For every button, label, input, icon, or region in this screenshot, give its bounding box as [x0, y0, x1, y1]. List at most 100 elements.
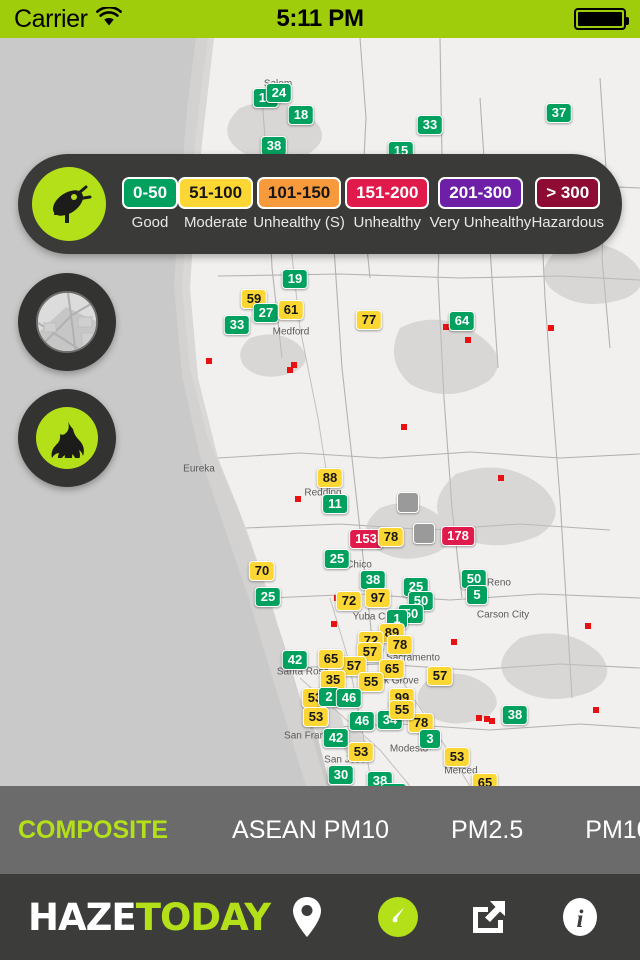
tab-pm25[interactable]: PM2.5: [451, 816, 523, 845]
fire-hotspot-marker[interactable]: [593, 707, 599, 713]
aqi-marker[interactable]: 78: [377, 527, 405, 547]
aqi-marker[interactable]: 53: [302, 707, 330, 727]
fire-hotspot-marker[interactable]: [206, 358, 212, 364]
aqi-marker[interactable]: 55: [388, 700, 416, 720]
svg-text:i: i: [577, 906, 584, 933]
aqi-marker[interactable]: 42: [322, 728, 350, 748]
aqi-marker[interactable]: 38: [260, 136, 288, 156]
legend-item-hazardous[interactable]: > 300 Hazardous: [531, 177, 604, 231]
aqi-marker[interactable]: 65: [317, 649, 345, 669]
fire-hotspot-marker[interactable]: [476, 715, 482, 721]
aqi-marker[interactable]: 61: [277, 300, 305, 320]
battery-full-icon: [574, 8, 629, 30]
aqi-marker[interactable]: 38: [501, 705, 529, 725]
aqi-marker[interactable]: 24: [265, 83, 293, 103]
info-icon[interactable]: i: [558, 895, 602, 939]
aqi-marker[interactable]: 19: [281, 269, 309, 289]
aqi-marker-value: 57: [426, 666, 454, 686]
legend-item-good[interactable]: 0-50 Good: [122, 177, 179, 231]
aqi-marker-placeholder[interactable]: [413, 523, 435, 544]
aqi-marker-placeholder[interactable]: [397, 492, 419, 513]
aqi-marker-value: 77: [355, 310, 383, 330]
aqi-marker[interactable]: 53: [443, 747, 471, 767]
aqi-marker[interactable]: 46: [335, 688, 363, 708]
aqi-marker[interactable]: 97: [364, 588, 392, 608]
gauge-icon[interactable]: [376, 895, 420, 939]
fire-hotspot-marker[interactable]: [287, 367, 293, 373]
aqi-marker[interactable]: 64: [448, 311, 476, 331]
aqi-marker-value: 3: [419, 729, 441, 749]
aqi-marker[interactable]: 88: [316, 468, 344, 488]
map-layers-toggle[interactable]: [18, 273, 116, 371]
aqi-marker[interactable]: 77: [355, 310, 383, 330]
aqi-marker-value: 27: [252, 303, 280, 323]
aqi-marker[interactable]: 3: [419, 729, 441, 749]
satellite-dish-icon[interactable]: [32, 167, 106, 241]
aqi-marker[interactable]: 78: [386, 635, 414, 655]
aqi-marker[interactable]: 42: [281, 650, 309, 670]
legend-name: Unhealthy: [353, 214, 422, 231]
aqi-marker-value: 72: [335, 591, 363, 611]
aqi-marker[interactable]: 25: [323, 549, 351, 569]
tab-asean-pm10[interactable]: ASEAN PM10: [232, 816, 389, 845]
fire-hotspot-marker[interactable]: [401, 424, 407, 430]
tab-pm10[interactable]: PM10: [585, 816, 640, 845]
legend-name: Unhealthy (S): [253, 214, 345, 231]
aqi-marker-value: 24: [265, 83, 293, 103]
aqi-marker-value: 38: [359, 570, 387, 590]
legend-item-very-unhealthy[interactable]: 201-300 Very Unhealthy: [429, 177, 532, 231]
metric-tab-bar: COMPOSITE ASEAN PM10 PM2.5 PM10: [0, 786, 640, 874]
aqi-marker[interactable]: 30: [327, 765, 355, 785]
fire-hotspot-marker[interactable]: [451, 639, 457, 645]
tab-composite[interactable]: COMPOSITE: [18, 816, 168, 845]
fire-hotspot-marker[interactable]: [498, 475, 504, 481]
aqi-marker[interactable]: 33: [416, 115, 444, 135]
aqi-marker-value: 70: [248, 561, 276, 581]
fire-hotspot-marker[interactable]: [489, 718, 495, 724]
city-label: Eureka: [183, 463, 215, 475]
aqi-marker[interactable]: 11: [322, 494, 348, 514]
fire-hotspot-marker[interactable]: [585, 623, 591, 629]
legend-range: 101-150: [256, 177, 342, 209]
fire-hotspot-marker[interactable]: [465, 337, 471, 343]
location-pin-icon[interactable]: [285, 895, 329, 939]
aqi-marker[interactable]: 65: [471, 773, 499, 786]
aqi-marker-value: 42: [281, 650, 309, 670]
aqi-marker[interactable]: 38: [359, 570, 387, 590]
fire-hotspot-marker[interactable]: [331, 621, 337, 627]
aqi-marker-value: 78: [377, 527, 405, 547]
legend-name: Very Unhealthy: [429, 214, 532, 231]
fire-hotspot-marker[interactable]: [548, 325, 554, 331]
aqi-marker-value: 65: [471, 773, 499, 786]
aqi-marker[interactable]: 25: [254, 587, 282, 607]
aqi-marker[interactable]: 53: [347, 742, 375, 762]
aqi-marker[interactable]: 178: [441, 526, 475, 546]
aqi-marker-value: 53: [302, 707, 330, 727]
aqi-marker-value: 5: [466, 585, 488, 605]
legend-name: Moderate: [183, 214, 248, 231]
aqi-marker-value: 11: [322, 494, 348, 514]
city-label: Reno: [487, 577, 511, 589]
aqi-marker[interactable]: 27: [252, 303, 280, 323]
legend-item-unhealthy-sensitive[interactable]: 101-150 Unhealthy (S): [253, 177, 345, 231]
aqi-marker-value: 30: [327, 765, 355, 785]
aqi-marker[interactable]: 70: [248, 561, 276, 581]
aqi-marker[interactable]: 72: [335, 591, 363, 611]
aqi-marker[interactable]: 18: [287, 105, 315, 125]
aqi-marker[interactable]: 33: [223, 315, 251, 335]
legend-item-moderate[interactable]: 51-100 Moderate: [178, 177, 254, 231]
logo-haze: HAZE: [28, 895, 137, 939]
aqi-marker[interactable]: 5: [466, 585, 488, 605]
aqi-marker[interactable]: 46: [348, 711, 376, 731]
aqi-marker[interactable]: 57: [426, 666, 454, 686]
aqi-marker-value: 46: [335, 688, 363, 708]
legend-name: Good: [131, 214, 169, 231]
aqi-marker-value: 53: [347, 742, 375, 762]
legend-range: > 300: [535, 177, 601, 209]
legend-item-unhealthy[interactable]: 151-200 Unhealthy: [345, 177, 430, 231]
aqi-marker[interactable]: 37: [545, 103, 573, 123]
share-icon[interactable]: [467, 895, 511, 939]
fire-hotspot-marker[interactable]: [295, 496, 301, 502]
map-thumbnail-icon: [36, 291, 98, 353]
fire-layer-toggle[interactable]: [18, 389, 116, 487]
